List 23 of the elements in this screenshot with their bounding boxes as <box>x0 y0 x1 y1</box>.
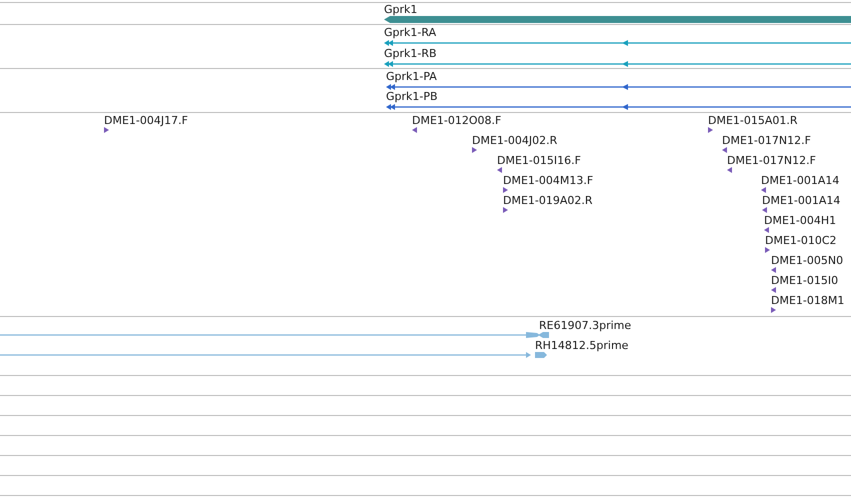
read-label: DME1-018M1 <box>771 294 844 307</box>
read-label: DME1-015I16.F <box>497 154 581 167</box>
read-label: DME1-004J17.F <box>104 114 188 127</box>
read-label: DME1-017N12.F <box>722 134 811 147</box>
protein-label: Gprk1-PA <box>386 70 437 83</box>
read-label: DME1-001A14 <box>761 174 840 187</box>
read-label: DME1-001A14 <box>762 194 840 207</box>
read-label: DME1-012O08.F <box>412 114 502 127</box>
est-label: RH14812.5prime <box>535 339 628 352</box>
read-label: DME1-019A02.R <box>503 194 593 207</box>
read-label: DME1-010C2 <box>765 234 837 247</box>
read-label: DME1-017N12.F <box>727 154 816 167</box>
transcript-label: Gprk1-RB <box>384 47 437 60</box>
transcript-label: Gprk1-RA <box>384 26 436 39</box>
gene-label: Gprk1 <box>384 3 418 16</box>
read-label: DME1-005N0 <box>771 254 844 267</box>
read-label: DME1-004M13.F <box>503 174 594 187</box>
read-label: DME1-004J02.R <box>472 134 558 147</box>
read-label: DME1-015I0 <box>771 274 838 287</box>
est-label: RE61907.3prime <box>539 319 632 332</box>
read-label: DME1-015A01.R <box>708 114 798 127</box>
protein-label: Gprk1-PB <box>386 90 438 103</box>
read-label: DME1-004H1 <box>764 214 836 227</box>
